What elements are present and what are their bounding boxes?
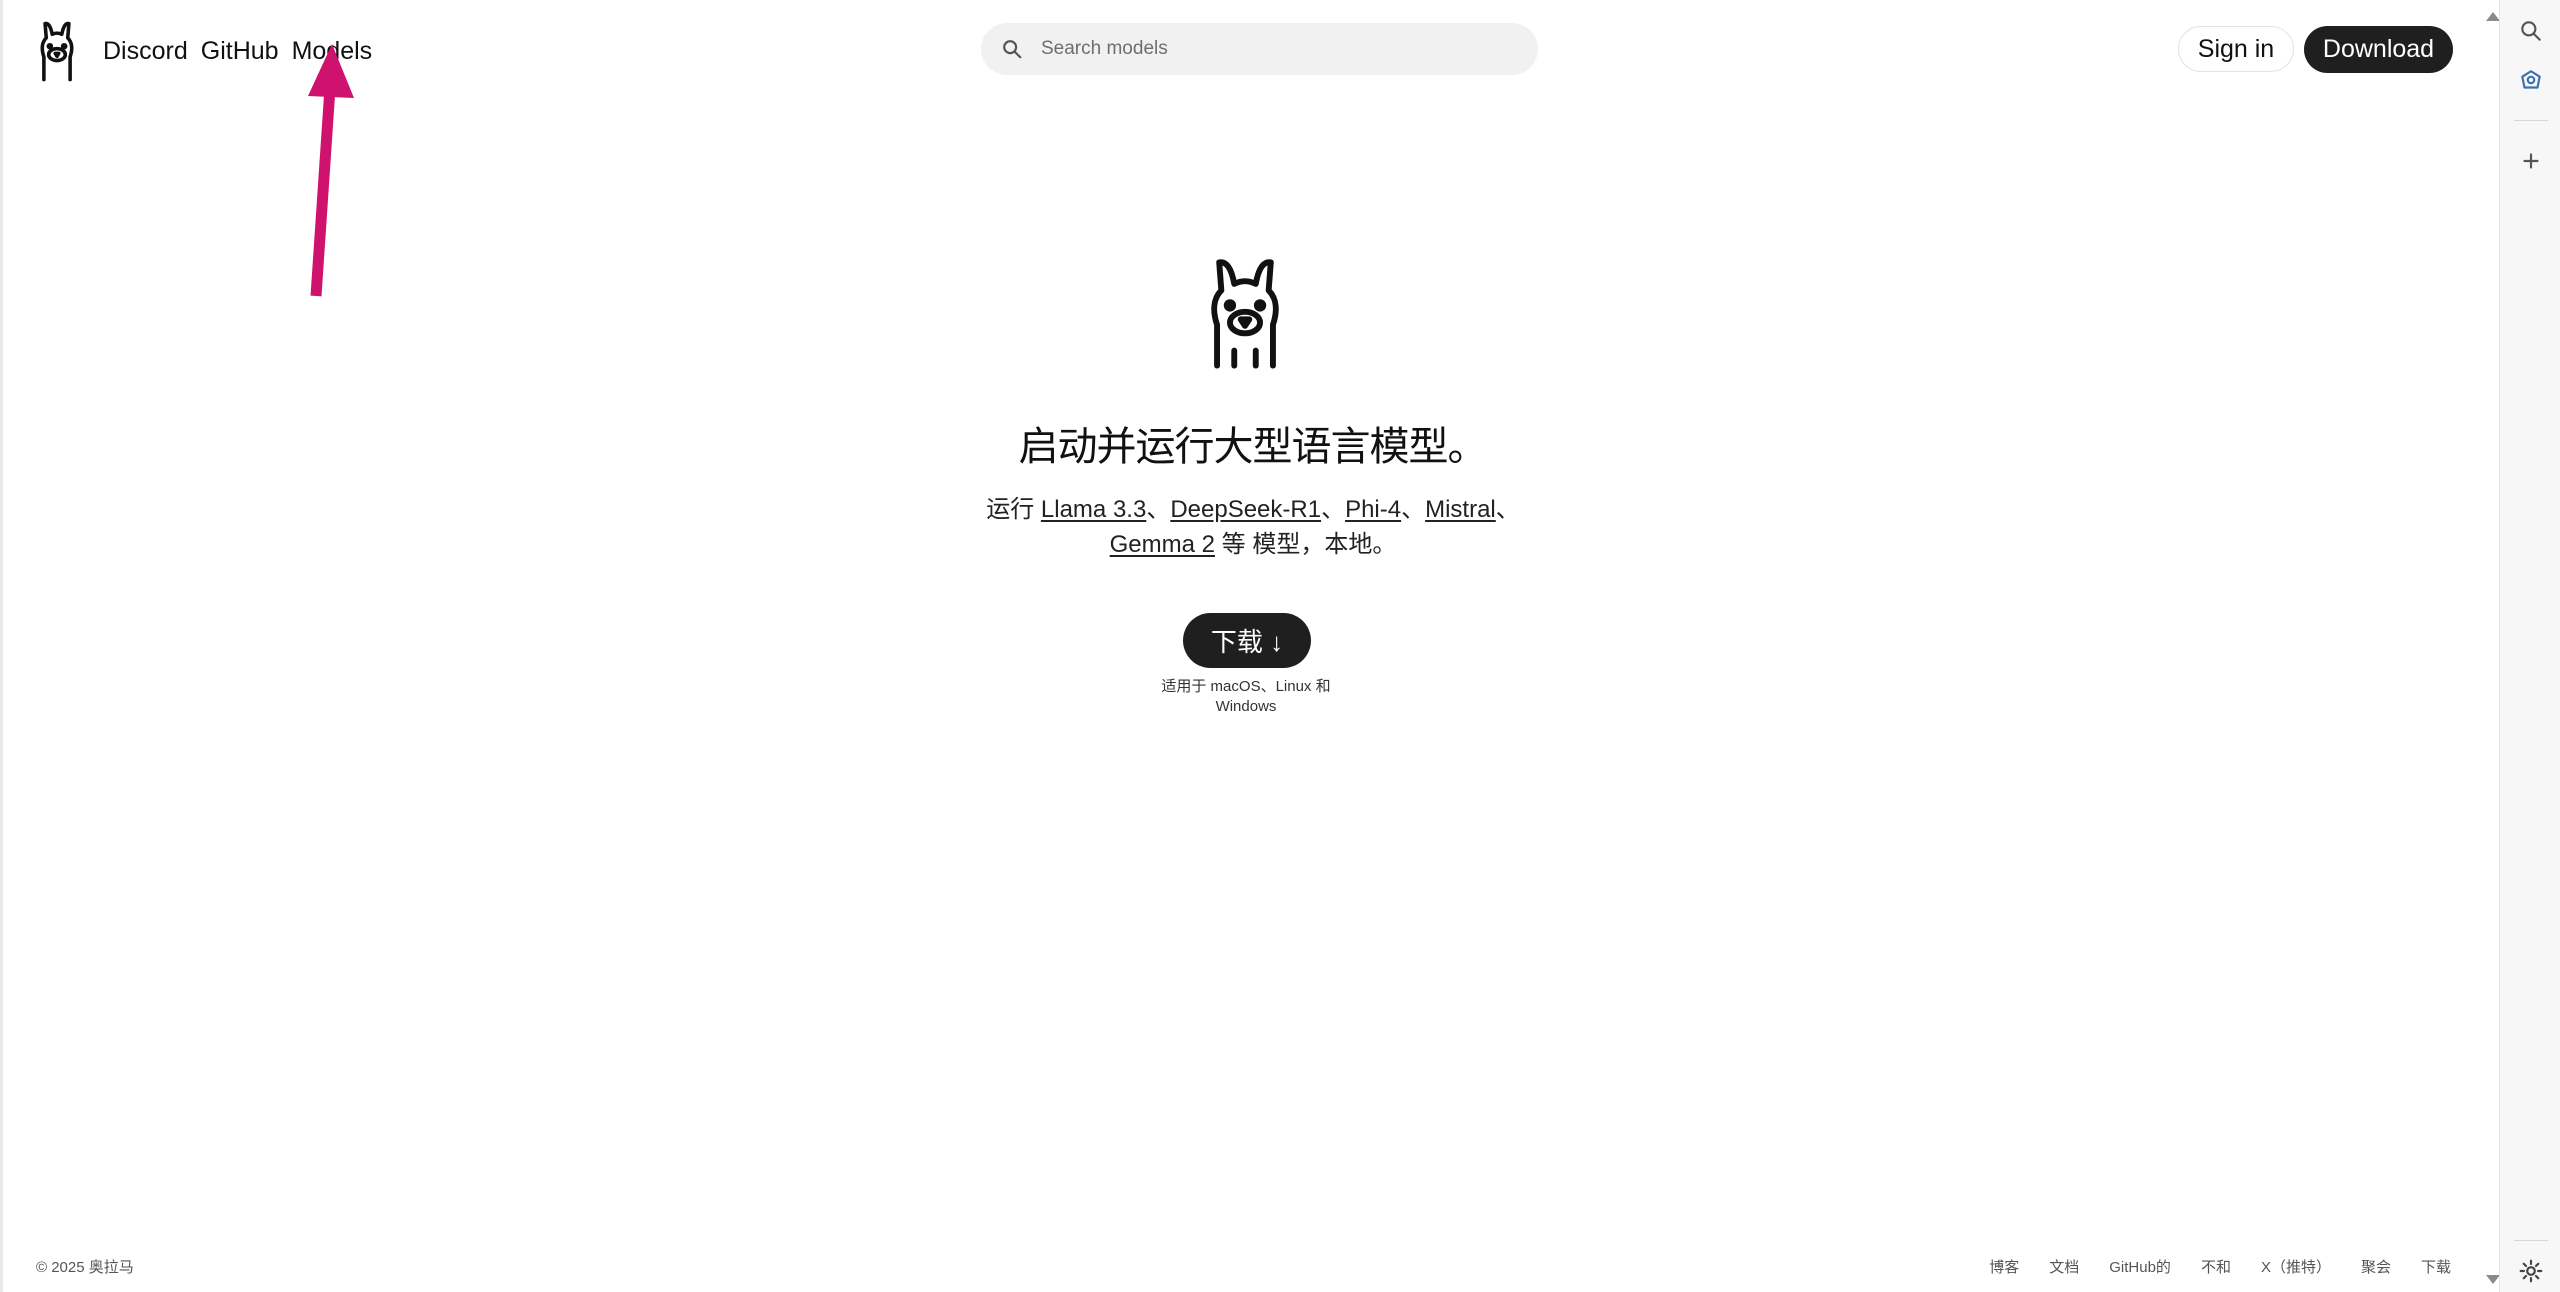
sidebar-separator [2514, 1240, 2548, 1241]
platforms-line-2: Windows [1215, 698, 1277, 715]
model-link-mistral[interactable]: Mistral [1425, 496, 1496, 523]
scroll-down-arrow[interactable] [2486, 1275, 2500, 1284]
footer-link-download[interactable]: 下载 [2421, 1256, 2451, 1277]
copilot-icon[interactable] [2518, 68, 2544, 94]
sidebar-separator [2514, 120, 2548, 121]
sign-in-button[interactable]: Sign in [2178, 26, 2294, 72]
sidebar-search-icon[interactable] [2518, 18, 2544, 44]
separator: 、 [1146, 496, 1171, 523]
ollama-hero-logo-icon [1211, 259, 1279, 369]
scroll-up-arrow[interactable] [2486, 12, 2500, 21]
browser-page: Discord GitHub Models Sign in Download 启… [0, 0, 2500, 1292]
footer-link-blog[interactable]: 博客 [1989, 1256, 2019, 1277]
footer-link-github[interactable]: GitHub的 [2109, 1256, 2171, 1277]
run-suffix: 等 模型，本地。 [1215, 531, 1397, 558]
separator: 、 [1401, 496, 1426, 523]
platforms-line-1: 适用于 macOS、Linux 和 [1161, 678, 1331, 695]
download-button[interactable]: Download [2304, 26, 2453, 73]
nav-github[interactable]: GitHub [201, 37, 279, 66]
search-input[interactable] [1039, 37, 1503, 61]
annotation-arrow [308, 44, 354, 297]
ollama-logo-icon[interactable] [33, 20, 81, 82]
separator: 、 [1495, 496, 1520, 523]
settings-icon[interactable] [2518, 1258, 2544, 1284]
model-link-llama[interactable]: Llama 3.3 [1041, 496, 1146, 523]
model-link-phi[interactable]: Phi-4 [1345, 496, 1401, 523]
footer-link-x[interactable]: X（推特） [2261, 1256, 2331, 1277]
search-icon [1003, 40, 1022, 59]
platforms-note: 适用于 macOS、Linux 和 Windows [1143, 677, 1349, 717]
footer-link-meetups[interactable]: 聚会 [2361, 1256, 2391, 1277]
plus-icon[interactable] [2518, 148, 2544, 174]
separator: 、 [1321, 496, 1346, 523]
hero-subline: 运行 Llama 3.3、DeepSeek-R1、Phi-4、Mistral、 G… [953, 492, 1553, 562]
model-link-gemma[interactable]: Gemma 2 [1110, 531, 1215, 558]
run-prefix: 运行 [986, 496, 1041, 523]
copyright: © 2025 奥拉马 [36, 1259, 134, 1276]
footer-link-discord[interactable]: 不和 [2201, 1256, 2231, 1277]
hero-download-button[interactable]: 下载 ↓ [1183, 613, 1311, 668]
nav-discord[interactable]: Discord [103, 37, 188, 66]
model-link-deepseek[interactable]: DeepSeek-R1 [1170, 496, 1321, 523]
footer-links: 博客 文档 GitHub的 不和 X（推特） 聚会 下载 [1989, 1256, 2451, 1277]
hero-headline: 启动并运行大型语言模型。 [1018, 425, 1488, 469]
search-bar[interactable] [981, 23, 1538, 75]
browser-edge-sidebar [2499, 0, 2560, 1292]
footer-link-docs[interactable]: 文档 [2049, 1256, 2079, 1277]
